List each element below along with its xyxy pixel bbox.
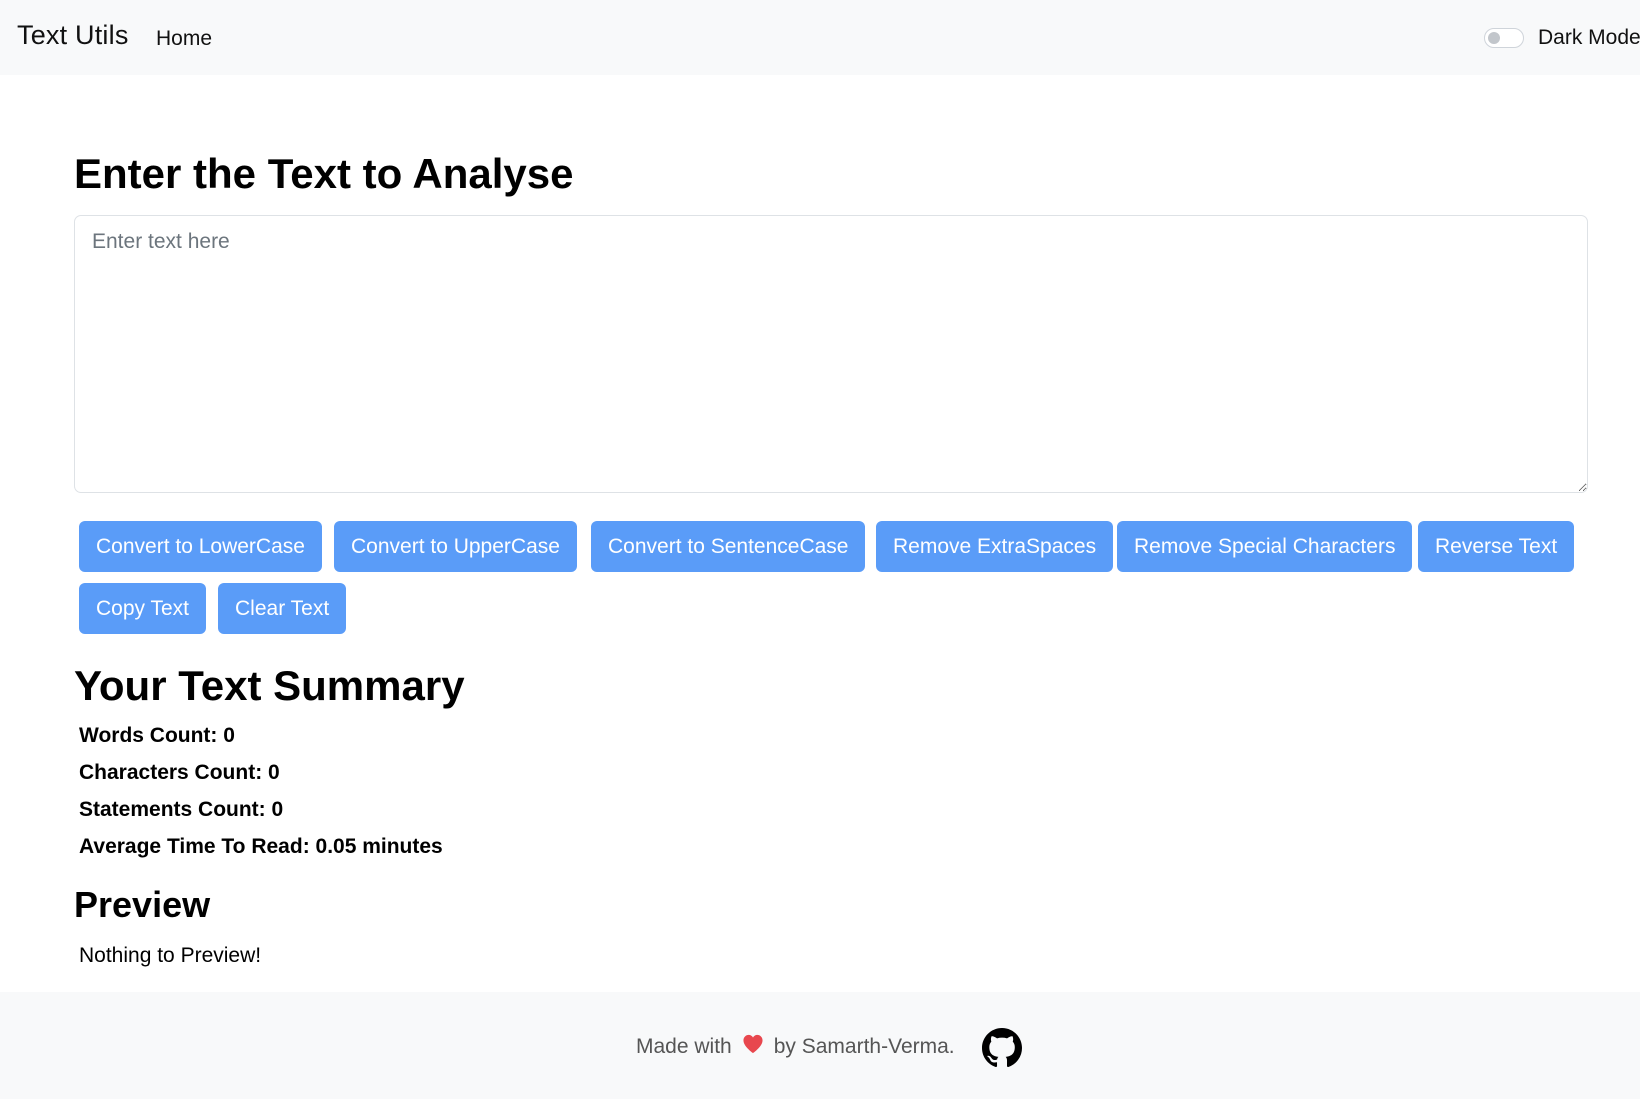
preview-text: Nothing to Preview! [79,944,262,967]
convert-uppercase-button[interactable]: Convert to UpperCase [334,521,577,572]
heart-icon [742,1034,764,1060]
github-icon[interactable] [982,1028,1022,1073]
made-with-text: Made with [636,1035,732,1058]
author-text: by Samarth-Verma. [773,1035,955,1058]
nav-home-link[interactable]: Home [156,27,212,51]
remove-extraspaces-button[interactable]: Remove ExtraSpaces [876,521,1114,572]
brand-link[interactable]: Text Utils [17,20,129,51]
page-title: Enter the Text to Analyse [74,150,574,197]
footer: Made with by Samarth-Verma. [0,992,1640,1099]
clear-text-button[interactable]: Clear Text [218,583,347,634]
convert-lowercase-button[interactable]: Convert to LowerCase [79,521,322,572]
copy-text-button[interactable]: Copy Text [79,583,206,634]
dark-mode-toggle[interactable]: Dark Mode [1484,26,1640,50]
statements-count: Statements Count: 0 [79,798,284,821]
read-time: Average Time To Read: 0.05 minutes [79,835,443,858]
preview-title: Preview [74,884,211,925]
dark-mode-switch[interactable] [1484,28,1524,48]
summary-title: Your Text Summary [74,662,465,709]
characters-count: Characters Count: 0 [79,761,280,784]
footer-credit: Made with by Samarth-Verma. [636,1034,955,1060]
convert-sentencecase-button[interactable]: Convert to SentenceCase [591,521,866,572]
remove-special-characters-button[interactable]: Remove Special Characters [1117,521,1413,572]
text-input[interactable] [74,215,1588,493]
reverse-text-button[interactable]: Reverse Text [1418,521,1575,572]
navbar: Text Utils Home Dark Mode [0,0,1640,75]
dark-mode-label[interactable]: Dark Mode [1538,26,1640,50]
switch-knob [1488,32,1500,44]
words-count: Words Count: 0 [79,724,235,747]
